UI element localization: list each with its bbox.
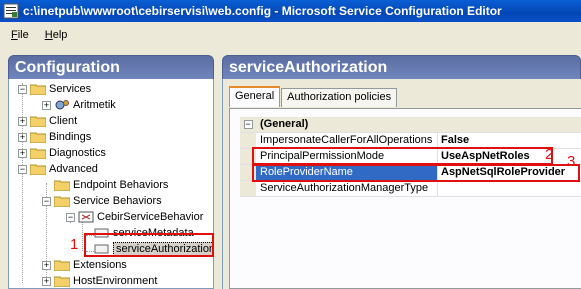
service-icon	[55, 100, 69, 110]
annotation-box-3	[252, 164, 580, 182]
tree-item-label: Extensions	[73, 259, 127, 271]
collapse-icon[interactable]: −	[243, 120, 253, 129]
tree-item-advanced[interactable]: − Advanced	[18, 161, 98, 177]
tab-strip: General Authorization policies	[229, 86, 398, 108]
tab-general[interactable]: General	[229, 86, 281, 107]
property-value[interactable]: False	[438, 133, 581, 148]
folder-open-icon	[54, 196, 70, 207]
property-row[interactable]: ServiceAuthorizationManagerType	[240, 181, 581, 197]
tree-item-label: Advanced	[49, 163, 98, 175]
tree-item-label: Client	[49, 115, 78, 127]
tree-item-label: HostEnvironment	[73, 275, 158, 287]
configuration-header: Configuration	[8, 55, 214, 79]
app-icon	[3, 3, 19, 19]
property-name: ServiceAuthorizationManagerType	[256, 181, 438, 196]
collapse-icon[interactable]: −	[66, 212, 75, 222]
window-title: c:\inetpub\wwwroot\cebirservisi\web.conf…	[23, 4, 502, 18]
folder-icon	[30, 148, 46, 159]
tree-item-client[interactable]: + Client	[18, 113, 77, 129]
property-category[interactable]: − (General)	[240, 117, 581, 133]
tree-item-label: CebirServiceBehavior	[97, 211, 204, 223]
expand-icon[interactable]: +	[42, 276, 51, 286]
collapse-icon[interactable]: −	[18, 84, 27, 94]
tree-item-bindings[interactable]: + Bindings	[18, 129, 91, 145]
tree-item-extensions[interactable]: + Extensions	[42, 257, 127, 273]
tree-item-label: Services	[49, 83, 92, 95]
details-header: serviceAuthorization	[222, 55, 581, 79]
tree-item-label: Aritmetik	[73, 99, 116, 111]
menu-file-accel: F	[11, 29, 18, 41]
category-label: (General)	[260, 118, 309, 130]
expand-icon[interactable]: +	[18, 132, 27, 142]
tree-item-hostenvironment[interactable]: + HostEnvironment	[42, 273, 158, 288]
tree-item-diagnostics[interactable]: + Diagnostics	[18, 145, 106, 161]
tree-item-label: Diagnostics	[49, 147, 106, 159]
folder-icon	[54, 276, 70, 287]
configuration-tree[interactable]: − Services + Aritmetik + Client + Bindin…	[8, 79, 214, 289]
tree-item-endpoint-behaviors[interactable]: Endpoint Behaviors	[54, 177, 168, 193]
tree-item-aritmetik[interactable]: + Aritmetik	[42, 97, 116, 113]
annotation-number-1: 1	[70, 236, 79, 253]
folder-open-icon	[30, 164, 46, 175]
expand-icon[interactable]: +	[18, 116, 27, 126]
expand-icon[interactable]: +	[42, 100, 51, 110]
behavior-icon	[78, 211, 94, 223]
tab-page-general: − (General) ImpersonateCallerForAllOpera…	[229, 108, 581, 289]
annotation-box-2	[252, 147, 553, 165]
annotation-box-1	[84, 233, 214, 257]
menu-help-rest: elp	[52, 29, 68, 41]
folder-icon	[54, 180, 70, 191]
category-toggle[interactable]: −	[240, 117, 256, 132]
expand-icon[interactable]: +	[42, 260, 51, 270]
annotation-number-2: 2	[545, 146, 554, 163]
folder-icon	[30, 84, 46, 95]
title-bar[interactable]: c:\inetpub\wwwroot\cebirservisi\web.conf…	[0, 0, 581, 22]
menu-help-accel: H	[44, 29, 53, 41]
folder-icon	[54, 260, 70, 271]
menu-file[interactable]: File	[11, 29, 29, 41]
property-value[interactable]	[438, 181, 581, 196]
tree-item-label: Service Behaviors	[73, 195, 162, 207]
tree-item-label: Bindings	[49, 131, 92, 143]
tree-item-service-behaviors[interactable]: − Service Behaviors	[42, 193, 162, 209]
menu-file-rest: ile	[17, 29, 29, 41]
details-body: General Authorization policies − (Genera…	[222, 79, 581, 289]
tab-authorization-policies[interactable]: Authorization policies	[281, 88, 398, 107]
tree-item-label: Endpoint Behaviors	[73, 179, 169, 191]
menu-bar: File Help	[0, 22, 581, 48]
collapse-icon[interactable]: −	[42, 196, 51, 206]
menu-help[interactable]: Help	[45, 29, 68, 41]
collapse-icon[interactable]: −	[18, 164, 27, 174]
annotation-number-3: 3	[567, 153, 576, 170]
expand-icon[interactable]: +	[18, 148, 27, 158]
property-name: ImpersonateCallerForAllOperations	[256, 133, 438, 148]
folder-icon	[30, 132, 46, 143]
tree-item-cebirservicebehavior[interactable]: − CebirServiceBehavior	[66, 209, 203, 225]
tree-item-services[interactable]: − Services	[18, 81, 91, 97]
folder-icon	[30, 116, 46, 127]
